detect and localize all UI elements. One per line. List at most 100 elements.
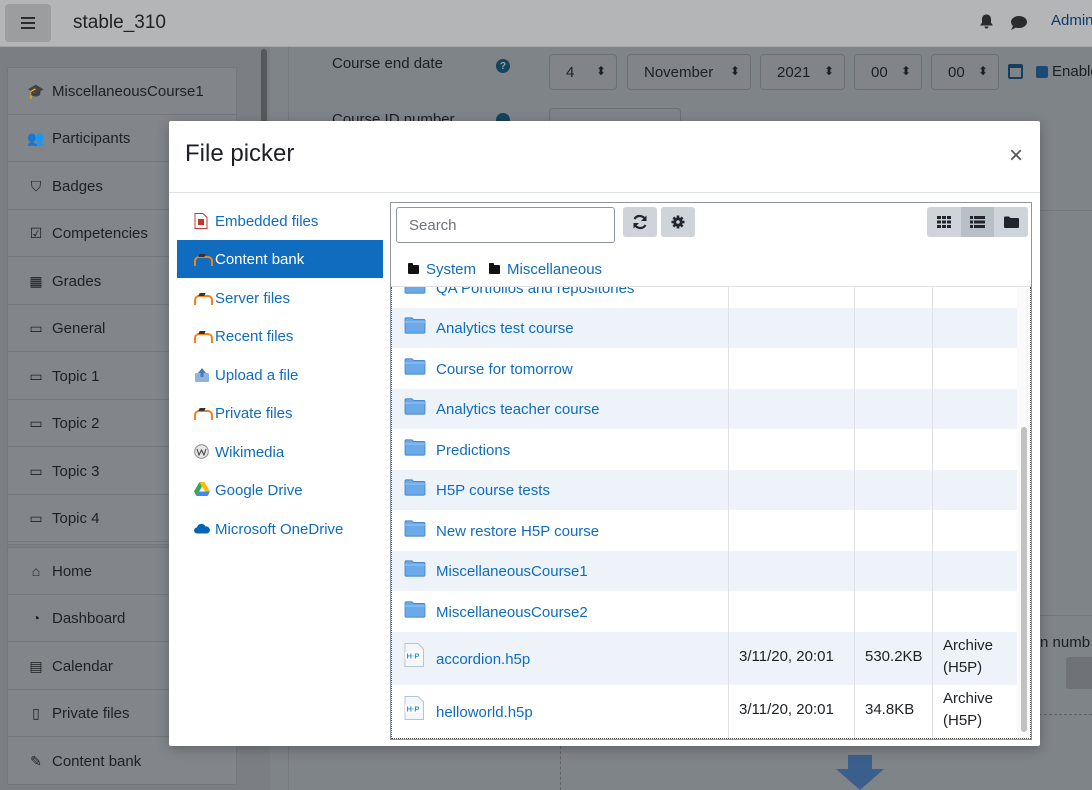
hour-select[interactable]: 00: [854, 54, 922, 90]
drawer-item-label: Home: [52, 562, 93, 580]
bell-icon[interactable]: [979, 14, 994, 30]
repo-label: Embedded files: [215, 212, 319, 230]
settings-button[interactable]: [661, 207, 695, 237]
moodle-icon: [194, 330, 213, 343]
folder-row[interactable]: Predictions: [392, 429, 1017, 470]
file-name-link[interactable]: MiscellaneousCourse1: [436, 563, 588, 580]
upload-icon: [194, 367, 210, 383]
icons-view-button[interactable]: [927, 207, 961, 237]
table-cell: [729, 510, 855, 551]
search-input[interactable]: [396, 207, 615, 243]
moodle-icon: [194, 253, 213, 266]
repo-server-files[interactable]: Server files: [177, 279, 383, 317]
drawer-item-label: Grades: [52, 272, 102, 290]
file-name-link[interactable]: Analytics test course: [436, 320, 574, 337]
day-value: 4: [566, 63, 575, 81]
file-name-link[interactable]: MiscellaneousCourse2: [436, 604, 588, 621]
divider: [1039, 615, 1092, 616]
drawer-item-label: Competencies: [52, 224, 148, 242]
folder-row[interactable]: MiscellaneousCourse1: [392, 551, 1017, 591]
repo-wikimedia[interactable]: Wikimedia: [177, 433, 383, 471]
table-cell: [855, 429, 933, 470]
dialog-title: File picker: [185, 140, 295, 167]
h5p-file-icon: H·P: [403, 642, 425, 667]
folder-icon: [408, 263, 419, 274]
repo-upload-a-file[interactable]: Upload a file: [177, 356, 383, 394]
divider: [1039, 714, 1092, 715]
menu-toggle-button[interactable]: [5, 4, 51, 42]
user-menu[interactable]: Admin: [1051, 12, 1092, 29]
course-id-input[interactable]: [549, 108, 681, 122]
month-select[interactable]: November: [627, 54, 751, 90]
folder-icon: [404, 479, 426, 496]
file-type: Archive: [943, 690, 994, 707]
list-view-button[interactable]: [960, 207, 995, 237]
file-row[interactable]: H·P accordion.h5p 3/11/20, 20:01 530.2KB Arc…: [392, 632, 1017, 685]
moodle-icon: [194, 407, 213, 420]
file-size: 34.8KB: [865, 701, 915, 718]
file-list-scrollbar[interactable]: [1017, 287, 1030, 738]
folder-row[interactable]: Analytics teacher course: [392, 389, 1017, 429]
repo-embedded-files[interactable]: Embedded files: [177, 202, 383, 240]
folder-icon: [404, 317, 426, 334]
file-row[interactable]: H·P helloworld.h5p 3/11/20, 20:01 34.8KB Arc…: [392, 685, 1017, 738]
breadcrumb-system[interactable]: System: [426, 261, 476, 278]
year-select[interactable]: 2021: [760, 54, 845, 90]
day-select[interactable]: 4: [549, 54, 617, 90]
folder-icon: ▭: [29, 367, 43, 384]
repo-label: Private files: [215, 404, 293, 422]
chat-icon[interactable]: [1010, 15, 1028, 31]
repo-private-files[interactable]: Private files: [177, 394, 383, 432]
file-name-link[interactable]: New restore H5P course: [436, 523, 599, 540]
course-id-label: Course ID number: [332, 111, 455, 121]
drawer-item-label: Content bank: [52, 752, 142, 770]
file-name-link[interactable]: Course for tomorrow: [436, 361, 573, 378]
file-name-link[interactable]: H5P course tests: [436, 482, 550, 499]
table-cell: [855, 308, 933, 348]
file-name-link[interactable]: accordion.h5p: [436, 651, 530, 668]
repo-label: Google Drive: [215, 481, 303, 499]
folder-row[interactable]: Analytics test course: [392, 308, 1017, 348]
drawer-item-label: Calendar: [52, 657, 113, 675]
repo-content-bank[interactable]: Content bank: [177, 240, 383, 278]
close-button[interactable]: ×: [1005, 144, 1027, 168]
table-cell: [855, 470, 933, 510]
help-icon[interactable]: ?: [496, 59, 510, 73]
file-browser-panel: System Miscellaneous QA Portfolios and r…: [390, 202, 1032, 740]
repo-recent-files[interactable]: Recent files: [177, 317, 383, 355]
home-icon: ⌂: [31, 563, 41, 579]
grid-view-button[interactable]: [1066, 657, 1092, 689]
tree-view-button[interactable]: [994, 207, 1029, 237]
file-name-link[interactable]: QA Portfolios and repositories: [436, 287, 634, 297]
paintbrush-icon: ✎: [30, 752, 42, 769]
file-name-link[interactable]: helloworld.h5p: [436, 704, 533, 721]
breadcrumb-miscellaneous[interactable]: Miscellaneous: [507, 261, 602, 278]
table-cell: [729, 308, 855, 348]
scrollbar-thumb[interactable]: [1021, 427, 1027, 732]
calendar-icon[interactable]: [1008, 64, 1023, 79]
file-picker-dialog: File picker × Embedded files Content bank…: [169, 121, 1040, 746]
drawer-item-miscellaneouscourse1[interactable]: 🎓 MiscellaneousCourse1: [8, 68, 236, 115]
folder-row[interactable]: H5P course tests: [392, 470, 1017, 510]
table-cell: [933, 551, 1017, 591]
folder-row[interactable]: QA Portfolios and repositories: [392, 287, 1017, 308]
site-name[interactable]: stable_310: [73, 12, 166, 34]
file-name-link[interactable]: Analytics teacher course: [436, 401, 599, 418]
folder-row[interactable]: Course for tomorrow: [392, 348, 1017, 389]
hour-value: 00: [871, 63, 888, 81]
table-cell: [933, 389, 1017, 429]
file-name-link[interactable]: Predictions: [436, 442, 510, 459]
folder-row[interactable]: MiscellaneousCourse2: [392, 591, 1017, 632]
table-cell: [855, 348, 933, 389]
enable-checkbox[interactable]: [1036, 66, 1048, 78]
repo-google-drive[interactable]: Google Drive: [177, 471, 383, 509]
folder-row[interactable]: New restore H5P course: [392, 510, 1017, 551]
help-icon[interactable]: [496, 113, 510, 121]
table-cell: [933, 470, 1017, 510]
table-cell: [729, 470, 855, 510]
table-cell: [855, 389, 933, 429]
repo-microsoft-onedrive[interactable]: Microsoft OneDrive: [177, 510, 383, 548]
refresh-button[interactable]: [623, 207, 657, 237]
table-cell: [729, 429, 855, 470]
minute-select[interactable]: 00: [931, 54, 999, 90]
